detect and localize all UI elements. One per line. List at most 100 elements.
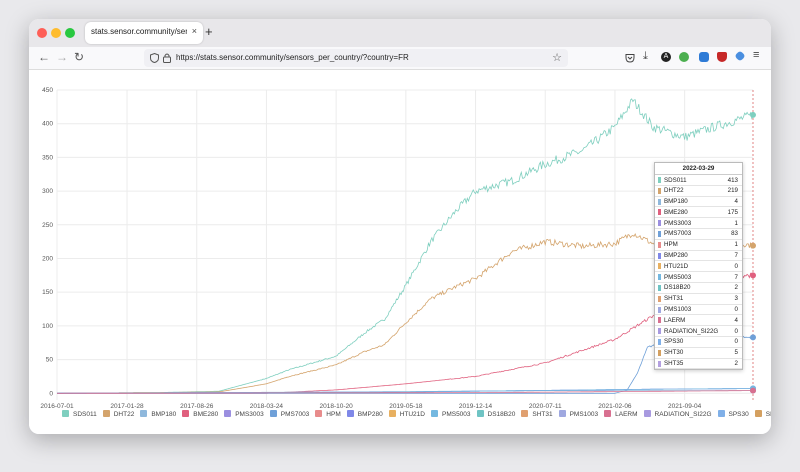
x-tick-label: 2020-07-11 xyxy=(529,403,562,410)
y-tick-label: 250 xyxy=(42,222,53,229)
legend-label: HTU21D xyxy=(399,411,425,418)
legend-swatch xyxy=(558,410,566,417)
minimize-window-button[interactable] xyxy=(51,28,61,38)
y-tick-label: 150 xyxy=(42,289,53,296)
maximize-window-button[interactable] xyxy=(65,28,75,38)
menu-icon[interactable]: ≡ xyxy=(753,49,759,61)
tooltip-row: SHT30 5 xyxy=(655,348,742,359)
legend-label: BMP180 xyxy=(151,411,177,418)
shield-icon[interactable] xyxy=(150,53,159,63)
tooltip-swatch xyxy=(658,209,661,216)
tab-sensors-per-country[interactable]: stats.sensor.community/sensors_per_count… xyxy=(85,22,203,44)
download-icon[interactable]: ⤓ xyxy=(643,50,648,63)
tooltip-series-name: HPM xyxy=(664,241,678,249)
legend-label: LAERM xyxy=(615,411,638,418)
y-tick-label: 50 xyxy=(46,357,54,364)
tooltip-swatch xyxy=(658,360,661,367)
legend-item[interactable]: SHT31 xyxy=(521,410,553,418)
legend-label: DS18B20 xyxy=(487,411,516,418)
legend-label: BME280 xyxy=(193,411,219,418)
tab-close-icon[interactable]: × xyxy=(192,26,197,36)
tooltip-series-value: 413 xyxy=(727,176,738,184)
back-arrow-icon[interactable]: ← xyxy=(38,50,50,64)
tooltip-series-value: 0 xyxy=(734,338,738,346)
tooltip-series-value: 5 xyxy=(734,349,738,357)
tooltip-series-name: SDS011 xyxy=(664,176,687,184)
reload-icon[interactable]: ↻ xyxy=(74,50,84,64)
tooltip-swatch xyxy=(658,230,661,237)
tooltip-series-name: PMS7003 xyxy=(664,230,692,238)
legend-item[interactable]: SDS011 xyxy=(62,410,97,418)
tooltip-swatch xyxy=(658,317,661,324)
bookmark-star-icon[interactable]: ☆ xyxy=(552,51,562,64)
x-tick-label: 2021-09-04 xyxy=(668,403,702,410)
tooltip-series-name: SHT31 xyxy=(664,295,684,303)
nav-toolbar: ← → ↻ https://stats.sensor.community/sen… xyxy=(29,47,771,70)
legend-swatch xyxy=(102,410,110,417)
tooltip-swatch xyxy=(658,198,661,205)
x-tick-label: 2018-10-20 xyxy=(320,403,354,410)
page-content: 0 50 100 150 200 250 300 350 400 450 2016-07-01 201… xyxy=(29,70,771,434)
tab-bar: stats.sensor.community/sensors_per_count… xyxy=(29,19,771,47)
url-text[interactable]: https://stats.sensor.community/sensors_p… xyxy=(176,53,409,62)
tooltip-series-name: DHT22 xyxy=(664,187,684,195)
tooltip-row: RADIATION_SI22G 0 xyxy=(655,326,742,337)
browser-window: stats.sensor.community/sensors_per_count… xyxy=(29,19,771,434)
tooltip-series-name: SHT35 xyxy=(664,360,684,368)
tooltip-swatch xyxy=(658,349,661,356)
legend-item[interactable]: SHT30 xyxy=(754,410,771,418)
tooltip-series-value: 1 xyxy=(734,219,738,227)
legend-item[interactable]: PMS3003 xyxy=(224,410,264,418)
legend-item[interactable]: LAERM xyxy=(604,410,638,418)
legend-item[interactable]: PMS7003 xyxy=(269,410,309,418)
legend-swatch xyxy=(224,410,232,417)
url-bar[interactable]: https://stats.sensor.community/sensors_p… xyxy=(144,49,568,67)
series-end-point xyxy=(750,387,756,394)
series-line xyxy=(57,335,754,394)
extension-blue-icon[interactable] xyxy=(699,52,709,62)
legend-item[interactable]: HPM xyxy=(315,410,341,418)
tooltip-series-value: 7 xyxy=(734,252,738,260)
legend-swatch xyxy=(521,410,529,417)
legend-item[interactable]: BME280 xyxy=(182,410,218,418)
forward-arrow-icon[interactable]: → xyxy=(56,50,68,64)
legend-item[interactable]: SPS30 xyxy=(717,410,749,418)
pocket-icon[interactable] xyxy=(625,53,635,63)
tooltip-series-name: PMS3003 xyxy=(664,219,692,227)
extension-diamond-icon[interactable] xyxy=(734,50,746,62)
legend-label: BMP280 xyxy=(357,411,383,418)
legend-item[interactable]: PMS1003 xyxy=(558,410,598,418)
legend-label: HPM xyxy=(326,411,341,418)
tooltip-row: HTU21D 0 xyxy=(655,261,742,273)
legend-item[interactable]: BMP280 xyxy=(346,410,383,418)
legend-swatch xyxy=(62,410,69,417)
tooltip-series-value: 0 xyxy=(734,327,738,335)
account-a-icon[interactable]: A xyxy=(661,52,671,62)
legend-item[interactable]: RADIATION_SI22G xyxy=(643,410,712,418)
tooltip-series-value: 0 xyxy=(734,262,738,270)
legend-item[interactable]: DS18B20 xyxy=(476,410,516,418)
lock-icon[interactable] xyxy=(163,53,171,63)
tooltip-series-value: 0 xyxy=(734,306,738,314)
legend-swatch xyxy=(182,410,190,417)
close-window-button[interactable] xyxy=(37,28,47,38)
new-tab-button[interactable]: + xyxy=(205,24,213,39)
y-tick-label: 400 xyxy=(42,121,53,128)
ublock-icon[interactable] xyxy=(717,52,727,62)
legend-item[interactable]: DHT22 xyxy=(102,410,134,418)
tooltip-series-name: PMS5003 xyxy=(664,273,692,281)
extension-green-icon[interactable] xyxy=(679,52,689,62)
tooltip-rows: SDS011 413 DHT22 219 BMP180 4 BME280 175 PMS3003… xyxy=(655,175,742,370)
legend-swatch xyxy=(269,410,277,417)
tooltip-swatch xyxy=(658,220,661,227)
legend-swatch xyxy=(430,410,438,417)
legend-swatch xyxy=(717,410,725,417)
legend-item[interactable]: PMS5003 xyxy=(430,410,471,418)
x-tick-label: 2021-02-06 xyxy=(598,403,632,410)
tooltip-series-name: HTU21D xyxy=(664,262,689,270)
tooltip-swatch xyxy=(658,177,661,183)
legend-item[interactable]: HTU21D xyxy=(388,410,425,418)
legend-item[interactable]: BMP180 xyxy=(140,410,176,418)
tooltip-series-name: BME280 xyxy=(664,208,688,216)
tooltip-series-value: 219 xyxy=(727,187,738,195)
